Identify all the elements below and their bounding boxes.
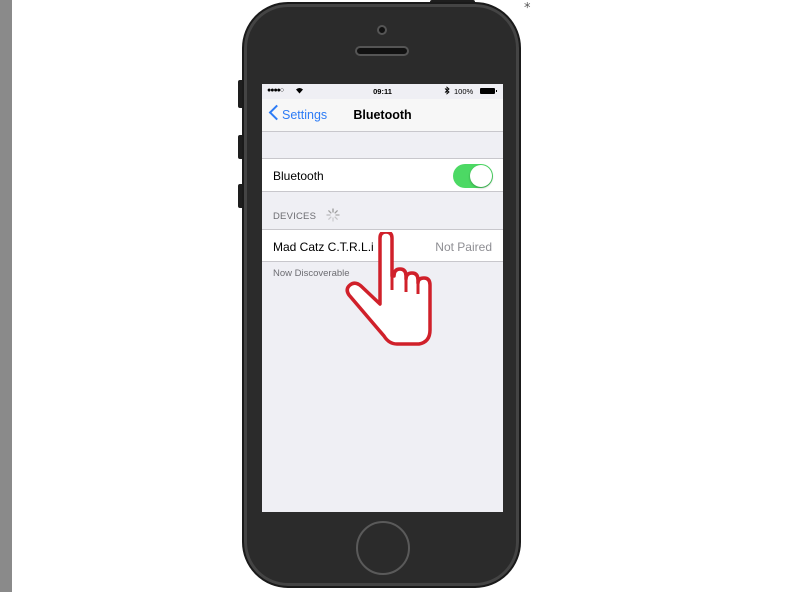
left-edge-bar — [0, 0, 12, 592]
corner-asterisk: * — [524, 1, 531, 16]
home-button[interactable] — [356, 521, 410, 575]
page-title: Bluetooth — [353, 108, 412, 122]
status-bar: ●●●●○ 09:11 100% — [262, 84, 503, 99]
tap-hand-pointer-icon — [339, 230, 439, 350]
bluetooth-toggle[interactable] — [453, 164, 493, 188]
loading-spinner-icon — [326, 208, 340, 222]
bluetooth-label: Bluetooth — [273, 169, 324, 183]
bluetooth-toggle-row: Bluetooth — [262, 158, 503, 192]
toggle-knob — [470, 165, 492, 187]
bluetooth-status-icon — [444, 86, 450, 97]
devices-section-header: DEVICES — [273, 211, 317, 222]
front-camera — [377, 25, 387, 35]
battery-icon — [480, 88, 497, 94]
device-pairing-status: Not Paired — [435, 240, 492, 254]
earpiece-speaker — [355, 46, 409, 56]
battery-percentage: 100% — [454, 87, 474, 96]
navigation-bar: Settings Bluetooth — [262, 99, 503, 132]
